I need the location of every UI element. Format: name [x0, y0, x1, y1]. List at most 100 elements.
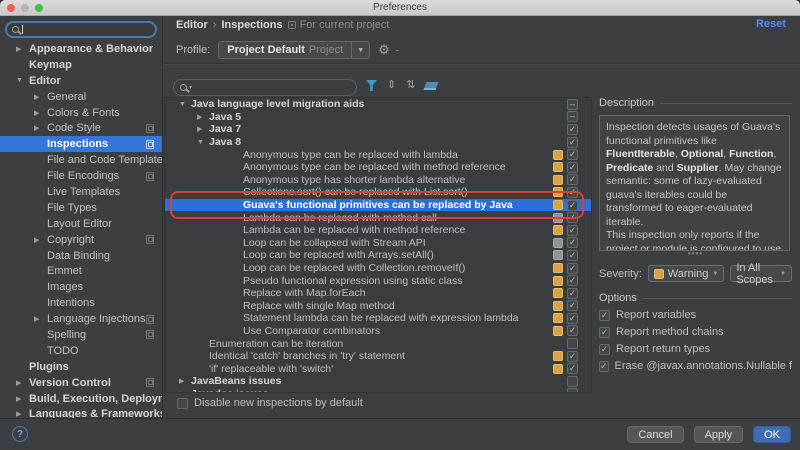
inspection-row-loop-can-be-replaced-with-collection-removeif[interactable]: Loop can be replaced with Collection.rem…	[165, 262, 591, 275]
inspection-row-enumeration-can-be-iteration[interactable]: Enumeration can be iteration	[165, 337, 591, 350]
help-button[interactable]: ?	[12, 426, 28, 442]
sidebar-item-copyright[interactable]: ▶ Copyright	[0, 232, 162, 248]
inspection-row-replace-with-single-map-method[interactable]: Replace with single Map method ✓	[165, 300, 591, 313]
cancel-button[interactable]: Cancel	[627, 426, 684, 443]
sidebar-item-language-injections[interactable]: ▶ Language Injections	[0, 311, 162, 327]
disable-new-inspections-checkbox[interactable]	[177, 397, 188, 409]
inspection-row-lambda-can-be-replaced-with-method-call[interactable]: Lambda can be replaced with method call ✓	[165, 211, 591, 224]
inspection-checkbox[interactable]: ✓	[567, 136, 578, 148]
profile-dropdown[interactable]: Project Default Project ▼	[218, 41, 371, 59]
inspection-checkbox[interactable]: ✓	[567, 212, 578, 224]
inspection-checkbox[interactable]: ✓	[567, 350, 578, 362]
inspection-row-java-7[interactable]: ▶ Java 7 ✓	[165, 123, 591, 136]
option-checkbox[interactable]: ✓	[599, 309, 610, 321]
inspection-row-lambda-can-be-replaced-with-method-reference[interactable]: Lambda can be replaced with method refer…	[165, 224, 591, 237]
inspection-row-pseudo-functional-expression-using-static-class[interactable]: Pseudo functional expression using stati…	[165, 274, 591, 287]
inspection-row-loop-can-be-collapsed-with-stream-api[interactable]: Loop can be collapsed with Stream API ✓	[165, 237, 591, 250]
collapse-all-icon[interactable]: ⇅	[406, 80, 415, 91]
expand-all-icon[interactable]: ⇕	[387, 80, 396, 91]
inspection-checkbox[interactable]: –	[567, 111, 578, 123]
resize-handle[interactable]: ••••	[599, 250, 792, 259]
inspection-row-use-comparator-combinators[interactable]: Use Comparator combinators ✓	[165, 325, 591, 338]
settings-search-input[interactable]	[5, 21, 157, 38]
sidebar-item-live-templates[interactable]: Live Templates	[0, 184, 162, 200]
inspection-row-anonymous-type-can-be-replaced-with-lambda[interactable]: Anonymous type can be replaced with lamb…	[165, 148, 591, 161]
inspection-checkbox[interactable]: ✓	[567, 224, 578, 236]
sidebar-item-file-and-code-templates[interactable]: File and Code Templates	[0, 152, 162, 168]
sidebar-item-version-control[interactable]: ▶ Version Control	[0, 375, 162, 391]
inspection-row-javabeans-issues[interactable]: ▶ JavaBeans issues	[165, 375, 591, 388]
inspection-row-java-5[interactable]: ▶ Java 5 –	[165, 111, 591, 124]
severity-dropdown[interactable]: Warning ▼	[647, 265, 725, 282]
inspection-checkbox[interactable]: ✓	[567, 199, 578, 211]
zoom-window-icon[interactable]	[35, 4, 43, 12]
reset-filter-icon[interactable]	[423, 81, 439, 90]
filter-icon[interactable]	[366, 80, 377, 91]
inspection-row-loop-can-be-replaced-with-arrays-setall[interactable]: Loop can be replaced with Arrays.setAll(…	[165, 249, 591, 262]
ok-button[interactable]: OK	[753, 426, 791, 443]
inspection-checkbox[interactable]: ✓	[567, 312, 578, 324]
inspection-checkbox[interactable]: ✓	[567, 161, 578, 173]
apply-button[interactable]: Apply	[693, 426, 744, 443]
inspection-row-anonymous-type-can-be-replaced-with-method-reference[interactable]: Anonymous type can be replaced with meth…	[165, 161, 591, 174]
inspection-checkbox[interactable]: ✓	[567, 174, 578, 186]
sidebar-item-todo[interactable]: TODO	[0, 343, 162, 359]
inspection-checkbox[interactable]: ✓	[567, 300, 578, 312]
sidebar-item-appearance-behavior[interactable]: ▶ Appearance & Behavior	[0, 41, 162, 57]
breadcrumb-inspections[interactable]: Inspections	[221, 19, 282, 31]
inspection-checkbox[interactable]: ✓	[567, 275, 578, 287]
sidebar-item-layout-editor[interactable]: Layout Editor	[0, 216, 162, 232]
row-controls: –	[567, 111, 578, 123]
inspection-row-javadoc-issues[interactable]: ▶Javadoc issues	[165, 388, 591, 392]
sidebar-item-intentions[interactable]: Intentions	[0, 295, 162, 311]
inspection-row-identical-catch-branches-in-try-statement[interactable]: Identical 'catch' branches in 'try' stat…	[165, 350, 591, 363]
search-options-chevron-icon[interactable]: ▾	[189, 84, 192, 91]
sidebar-item-build-execution-deployment[interactable]: ▶ Build, Execution, Deployment	[0, 391, 162, 407]
inspection-checkbox[interactable]	[567, 388, 578, 392]
sidebar-item-inspections[interactable]: Inspections	[0, 136, 162, 153]
inspection-checkbox[interactable]: –	[567, 98, 578, 110]
sidebar-item-colors-fonts[interactable]: ▶ Colors & Fonts	[0, 105, 162, 121]
sidebar-item-code-style[interactable]: ▶ Code Style	[0, 120, 162, 136]
sidebar-item-languages-frameworks[interactable]: ▶ Languages & Frameworks	[0, 406, 162, 418]
sidebar-item-file-encodings[interactable]: File Encodings	[0, 168, 162, 184]
gear-icon[interactable]: ⚙	[378, 42, 390, 58]
sidebar-item-spelling[interactable]: Spelling	[0, 327, 162, 343]
inspection-row-if-replaceable-with-switch[interactable]: 'if' replaceable with 'switch' ✓	[165, 362, 591, 375]
sidebar-item-file-types[interactable]: File Types	[0, 200, 162, 216]
scope-dropdown[interactable]: In All Scopes ▼	[730, 262, 792, 286]
breadcrumb-editor[interactable]: Editor	[176, 19, 208, 31]
inspection-row-statement-lambda-can-be-replaced-with-expression-lambda[interactable]: Statement lambda can be replaced with ex…	[165, 312, 591, 325]
inspection-checkbox[interactable]: ✓	[567, 186, 578, 198]
inspection-checkbox[interactable]: ✓	[567, 287, 578, 299]
inspection-row-anonymous-type-has-shorter-lambda-alternative[interactable]: Anonymous type has shorter lambda altern…	[165, 174, 591, 187]
sidebar-item-general[interactable]: ▶ General	[0, 89, 162, 105]
option-checkbox[interactable]: ✓	[599, 360, 609, 372]
sidebar-item-data-binding[interactable]: Data Binding	[0, 248, 162, 264]
inspection-checkbox[interactable]: ✓	[567, 123, 578, 135]
inspection-row-java-language-level-migration-aids[interactable]: ▼ Java language level migration aids –	[165, 98, 591, 111]
inspection-checkbox[interactable]	[567, 338, 578, 350]
option-checkbox[interactable]: ✓	[599, 326, 610, 338]
minimize-window-icon[interactable]	[21, 4, 29, 12]
inspection-checkbox[interactable]: ✓	[567, 325, 578, 337]
inspection-row-replace-with-map-foreach[interactable]: Replace with Map.forEach ✓	[165, 287, 591, 300]
inspection-checkbox[interactable]: ✓	[567, 149, 578, 161]
option-checkbox[interactable]: ✓	[599, 343, 610, 355]
inspections-search-input[interactable]: ▾	[173, 79, 357, 96]
inspection-checkbox[interactable]: ✓	[567, 363, 578, 375]
sidebar-item-images[interactable]: Images	[0, 279, 162, 295]
inspection-row-java-8[interactable]: ▼ Java 8 ✓	[165, 136, 591, 149]
inspection-checkbox[interactable]: ✓	[567, 237, 578, 249]
sidebar-item-plugins[interactable]: Plugins	[0, 359, 162, 375]
inspection-row-guava-s-functional-primitives-can-be-replaced-by-java[interactable]: Guava's functional primitives can be rep…	[165, 198, 591, 212]
inspection-checkbox[interactable]: ✓	[567, 249, 578, 261]
sidebar-item-emmet[interactable]: Emmet	[0, 263, 162, 279]
inspection-checkbox[interactable]	[567, 375, 578, 387]
close-window-icon[interactable]	[7, 4, 15, 12]
inspection-row-collections-sort-can-be-replaced-with-list-sort[interactable]: Collections.sort() can be replaced with …	[165, 186, 591, 199]
sidebar-item-editor[interactable]: ▼ Editor	[0, 73, 162, 89]
inspection-checkbox[interactable]: ✓	[567, 262, 578, 274]
reset-link[interactable]: Reset	[756, 18, 786, 30]
sidebar-item-keymap[interactable]: Keymap	[0, 57, 162, 73]
